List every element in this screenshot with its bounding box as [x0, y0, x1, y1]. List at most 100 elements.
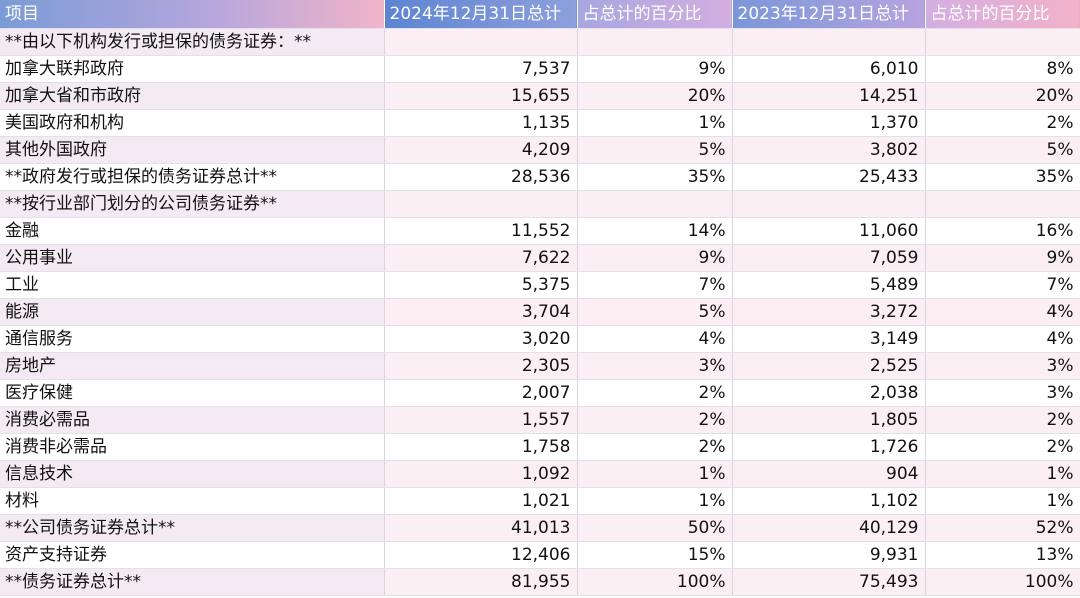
table-row: 信息技术 1,092 1% 904 1% — [0, 460, 1080, 488]
total-2023-cell: 11,060 — [732, 217, 926, 245]
row-label-cell: 资产支持证券 — [0, 541, 385, 569]
table-row: 通信服务 3,020 4% 3,149 4% — [0, 325, 1080, 353]
total-2024-cell: 3,704 — [384, 298, 578, 326]
table-row: **按行业部门划分的公司债务证券** — [0, 190, 1080, 218]
row-label-cell: **债务证券总计** — [0, 568, 385, 596]
percent-2024-cell: 20% — [577, 82, 733, 110]
column-header-item: 项目 — [0, 0, 385, 29]
percent-2024-cell — [577, 190, 733, 218]
percent-2023-cell: 35% — [925, 163, 1080, 191]
total-2024-cell: 1,021 — [384, 487, 578, 515]
row-label-cell: 加拿大省和市政府 — [0, 82, 385, 110]
total-2024-cell: 28,536 — [384, 163, 578, 191]
table-row: 美国政府和机构 1,135 1% 1,370 2% — [0, 109, 1080, 137]
table-row: 其他外国政府 4,209 5% 3,802 5% — [0, 136, 1080, 164]
percent-2024-cell — [577, 28, 733, 56]
percent-2024-cell: 1% — [577, 487, 733, 515]
table-row: **债务证券总计** 81,955 100% 75,493 100% — [0, 568, 1080, 596]
total-2024-cell — [384, 28, 578, 56]
total-2023-cell: 3,272 — [732, 298, 926, 326]
table-header: 项目 2024年12月31日总计 占总计的百分比 2023年12月31日总计 占… — [0, 0, 1080, 29]
column-header-total-2024: 2024年12月31日总计 — [384, 0, 578, 29]
percent-2023-cell — [925, 28, 1080, 56]
table-row: 消费必需品 1,557 2% 1,805 2% — [0, 406, 1080, 434]
row-label-cell: **政府发行或担保的债务证券总计** — [0, 163, 385, 191]
row-label-cell: 材料 — [0, 487, 385, 515]
percent-2023-cell: 2% — [925, 406, 1080, 434]
column-header-percent-2024: 占总计的百分比 — [577, 0, 733, 29]
row-label-cell: 医疗保健 — [0, 379, 385, 407]
total-2023-cell — [732, 28, 926, 56]
total-2023-cell: 25,433 — [732, 163, 926, 191]
table-row: 公用事业 7,622 9% 7,059 9% — [0, 244, 1080, 272]
total-2024-cell: 11,552 — [384, 217, 578, 245]
percent-2024-cell: 5% — [577, 136, 733, 164]
percent-2023-cell — [925, 190, 1080, 218]
row-label-cell: 金融 — [0, 217, 385, 245]
table-row: 房地产 2,305 3% 2,525 3% — [0, 352, 1080, 380]
percent-2024-cell: 1% — [577, 109, 733, 137]
total-2023-cell: 7,059 — [732, 244, 926, 272]
total-2024-cell: 2,007 — [384, 379, 578, 407]
row-label-cell: **按行业部门划分的公司债务证券** — [0, 190, 385, 218]
total-2023-cell: 6,010 — [732, 55, 926, 83]
percent-2023-cell: 100% — [925, 568, 1080, 596]
percent-2024-cell: 14% — [577, 217, 733, 245]
percent-2023-cell: 4% — [925, 298, 1080, 326]
total-2023-cell: 3,802 — [732, 136, 926, 164]
row-label-cell: 工业 — [0, 271, 385, 299]
percent-2023-cell: 5% — [925, 136, 1080, 164]
row-label-cell: 消费非必需品 — [0, 433, 385, 461]
percent-2024-cell: 2% — [577, 379, 733, 407]
total-2024-cell: 1,092 — [384, 460, 578, 488]
debt-securities-table: 项目 2024年12月31日总计 占总计的百分比 2023年12月31日总计 占… — [0, 0, 1080, 596]
total-2023-cell: 1,370 — [732, 109, 926, 137]
row-label-cell: 消费必需品 — [0, 406, 385, 434]
percent-2023-cell: 9% — [925, 244, 1080, 272]
percent-2023-cell: 13% — [925, 541, 1080, 569]
table-row: **公司债务证券总计** 41,013 50% 40,129 52% — [0, 514, 1080, 542]
table-row: 能源 3,704 5% 3,272 4% — [0, 298, 1080, 326]
table-row: **政府发行或担保的债务证券总计** 28,536 35% 25,433 35% — [0, 163, 1080, 191]
total-2023-cell: 2,038 — [732, 379, 926, 407]
row-label-cell: 通信服务 — [0, 325, 385, 353]
table-row: **由以下机构发行或担保的债务证券：** — [0, 28, 1080, 56]
percent-2024-cell: 2% — [577, 406, 733, 434]
percent-2024-cell: 1% — [577, 460, 733, 488]
table-row: 工业 5,375 7% 5,489 7% — [0, 271, 1080, 299]
percent-2023-cell: 8% — [925, 55, 1080, 83]
percent-2023-cell: 1% — [925, 460, 1080, 488]
total-2023-cell: 1,726 — [732, 433, 926, 461]
percent-2023-cell: 16% — [925, 217, 1080, 245]
total-2023-cell: 3,149 — [732, 325, 926, 353]
total-2024-cell: 2,305 — [384, 352, 578, 380]
total-2024-cell: 7,622 — [384, 244, 578, 272]
table-body: **由以下机构发行或担保的债务证券：** 加拿大联邦政府 7,537 9% 6,010 8… — [0, 28, 1080, 596]
percent-2023-cell: 4% — [925, 325, 1080, 353]
total-2024-cell: 41,013 — [384, 514, 578, 542]
total-2023-cell: 1,805 — [732, 406, 926, 434]
percent-2023-cell: 3% — [925, 352, 1080, 380]
table-row: 医疗保健 2,007 2% 2,038 3% — [0, 379, 1080, 407]
row-label-cell: **公司债务证券总计** — [0, 514, 385, 542]
total-2024-cell: 12,406 — [384, 541, 578, 569]
total-2023-cell — [732, 190, 926, 218]
percent-2023-cell: 7% — [925, 271, 1080, 299]
percent-2023-cell: 2% — [925, 109, 1080, 137]
percent-2024-cell: 35% — [577, 163, 733, 191]
row-label-cell: 其他外国政府 — [0, 136, 385, 164]
row-label-cell: 能源 — [0, 298, 385, 326]
percent-2024-cell: 7% — [577, 271, 733, 299]
row-label-cell: 信息技术 — [0, 460, 385, 488]
row-label-cell: 公用事业 — [0, 244, 385, 272]
table-row: 加拿大联邦政府 7,537 9% 6,010 8% — [0, 55, 1080, 83]
total-2024-cell: 3,020 — [384, 325, 578, 353]
total-2024-cell: 4,209 — [384, 136, 578, 164]
total-2023-cell: 1,102 — [732, 487, 926, 515]
percent-2023-cell: 3% — [925, 379, 1080, 407]
percent-2023-cell: 1% — [925, 487, 1080, 515]
percent-2024-cell: 9% — [577, 244, 733, 272]
row-label-cell: 房地产 — [0, 352, 385, 380]
total-2024-cell — [384, 190, 578, 218]
column-header-percent-2023: 占总计的百分比 — [925, 0, 1080, 29]
